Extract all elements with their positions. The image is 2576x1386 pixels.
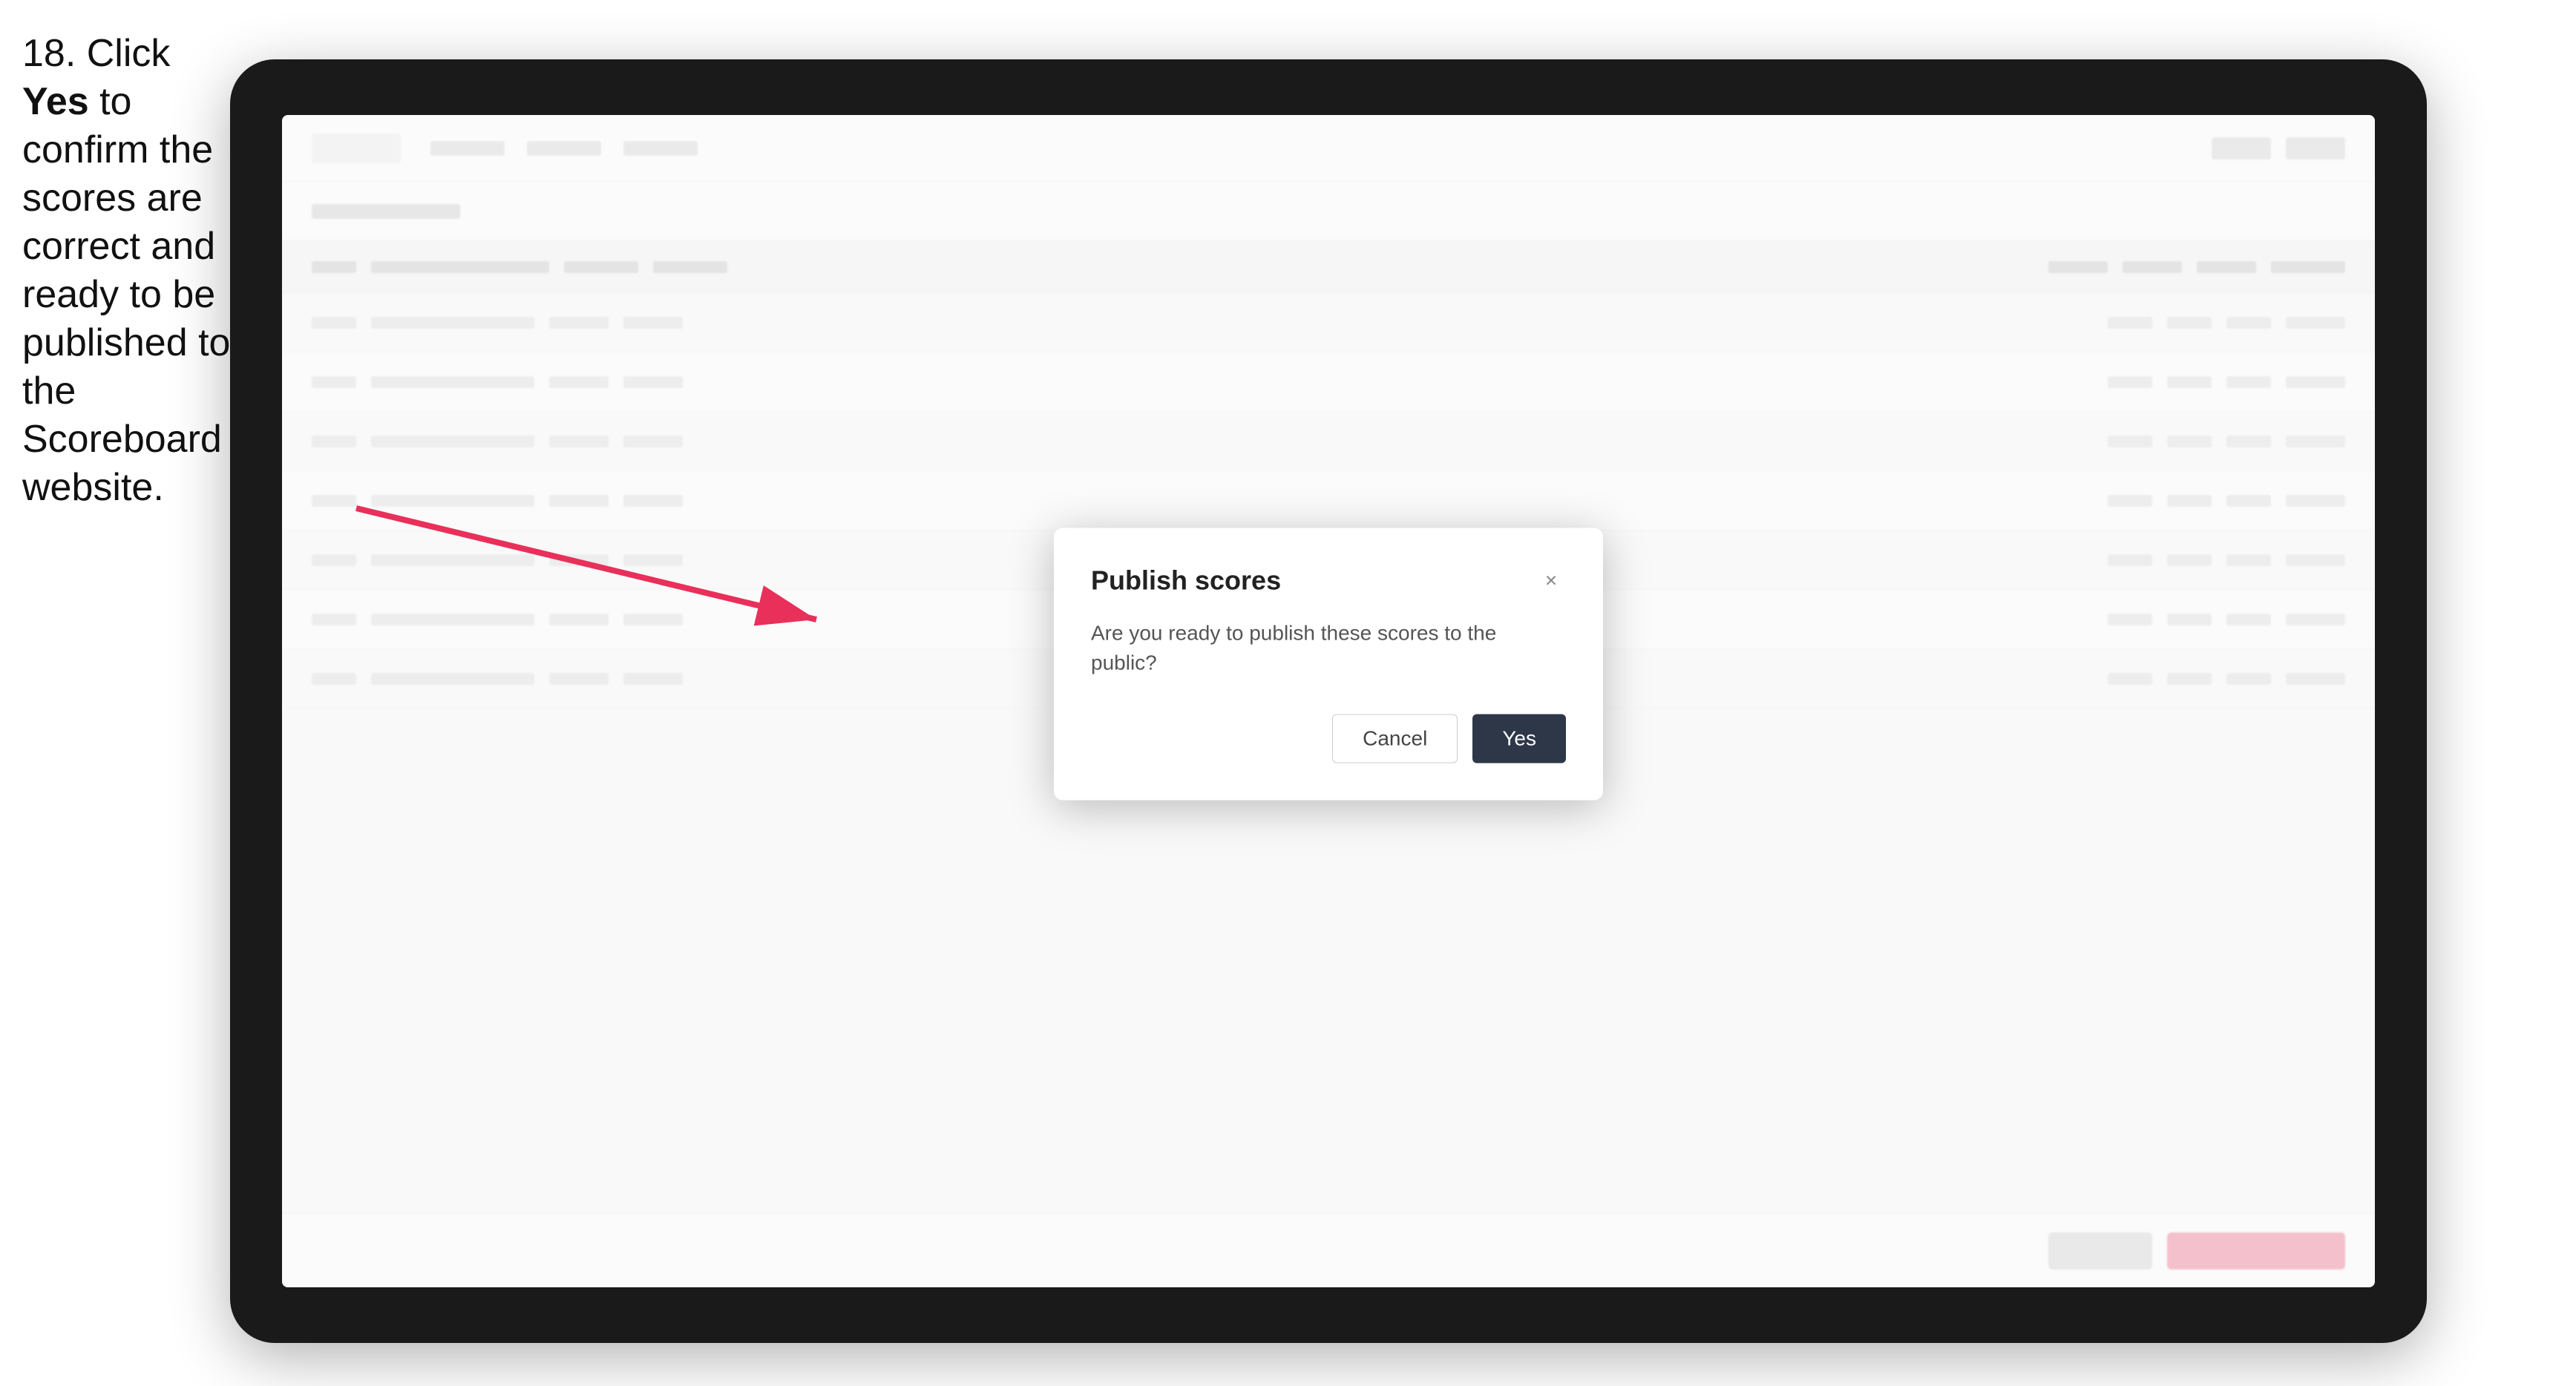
- instruction-text: 18. Click Yes to confirm the scores are …: [22, 30, 237, 512]
- tablet-screen: Publish scores × Are you ready to publis…: [282, 115, 2375, 1287]
- tablet-device: Publish scores × Are you ready to publis…: [230, 59, 2427, 1343]
- arrow-indicator: [282, 115, 2375, 1287]
